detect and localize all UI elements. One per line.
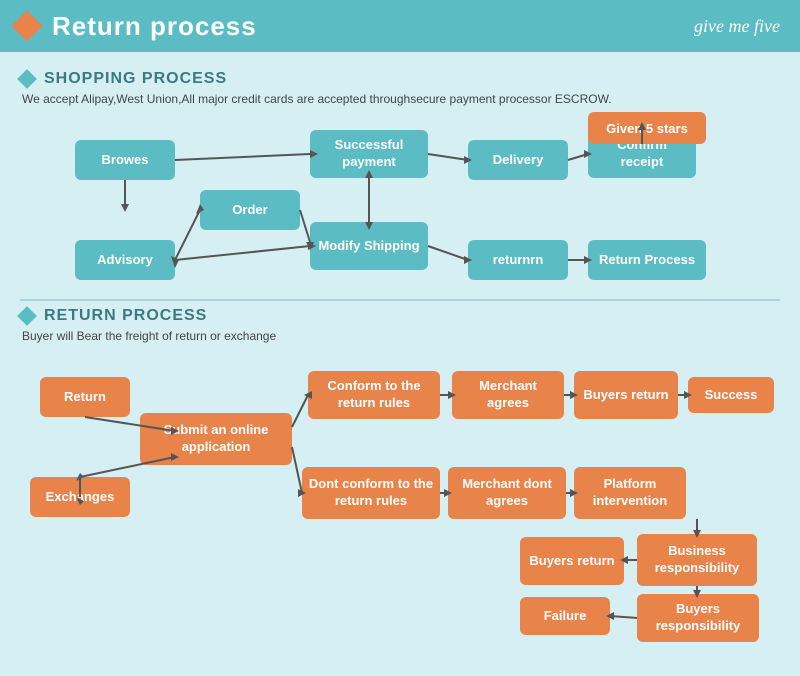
- modify-shipping-box: Modify Shipping: [310, 222, 428, 270]
- return-btn-box: Return: [40, 377, 130, 417]
- shopping-section-header: SHOPPING PROCESS: [20, 70, 780, 88]
- failure-box: Failure: [520, 597, 610, 635]
- shopping-desc: We accept Alipay,West Union,All major cr…: [22, 92, 780, 106]
- business-resp-box: Business responsibility: [637, 534, 757, 586]
- shopping-diamond-icon: [17, 69, 37, 89]
- order-box: Order: [200, 190, 300, 230]
- browes-box: Browes: [75, 140, 175, 180]
- successful-payment-box: Successful payment: [310, 130, 428, 178]
- dont-conform-box: Dont conform to the return rules: [302, 467, 440, 519]
- merchant-dont-box: Merchant dont agrees: [448, 467, 566, 519]
- buyers-return1-box: Buyers return: [574, 371, 678, 419]
- merchant-agrees-box: Merchant agrees: [452, 371, 564, 419]
- brand-text: give me five: [694, 16, 780, 37]
- return-desc: Buyer will Bear the freight of return or…: [22, 329, 780, 343]
- delivery-box: Delivery: [468, 140, 568, 180]
- confirm-receipt-box: Confirm receipt: [588, 130, 696, 178]
- return-section-header: RETURN PROCESS: [20, 307, 780, 325]
- main-content: SHOPPING PROCESS We accept Alipay,West U…: [0, 52, 800, 676]
- return-process-box: Return Process: [588, 240, 706, 280]
- advisory-box: Advisory: [75, 240, 175, 280]
- return-diamond-icon: [17, 306, 37, 326]
- return-title: RETURN PROCESS: [44, 307, 207, 325]
- submit-online-box: Submit an online application: [140, 413, 292, 465]
- shopping-diagram: Browes Order Advisory Modify Shipping Su…: [20, 112, 780, 297]
- return-diagram: Return Exchanges Submit an online applic…: [20, 349, 780, 639]
- conform-return-box: Conform to the return rules: [308, 371, 440, 419]
- buyers-return2-box: Buyers return: [520, 537, 624, 585]
- platform-intervention-box: Platform intervention: [574, 467, 686, 519]
- divider: [20, 299, 780, 301]
- header: Return process give me five: [0, 0, 800, 52]
- header-diamond-icon: [11, 10, 42, 41]
- page-title: Return process: [52, 11, 257, 42]
- success-box: Success: [688, 377, 774, 413]
- exchanges-btn-box: Exchanges: [30, 477, 130, 517]
- shopping-title: SHOPPING PROCESS: [44, 70, 227, 88]
- buyers-resp-box: Buyers responsibility: [637, 594, 759, 642]
- returnrn-box: returnrn: [468, 240, 568, 280]
